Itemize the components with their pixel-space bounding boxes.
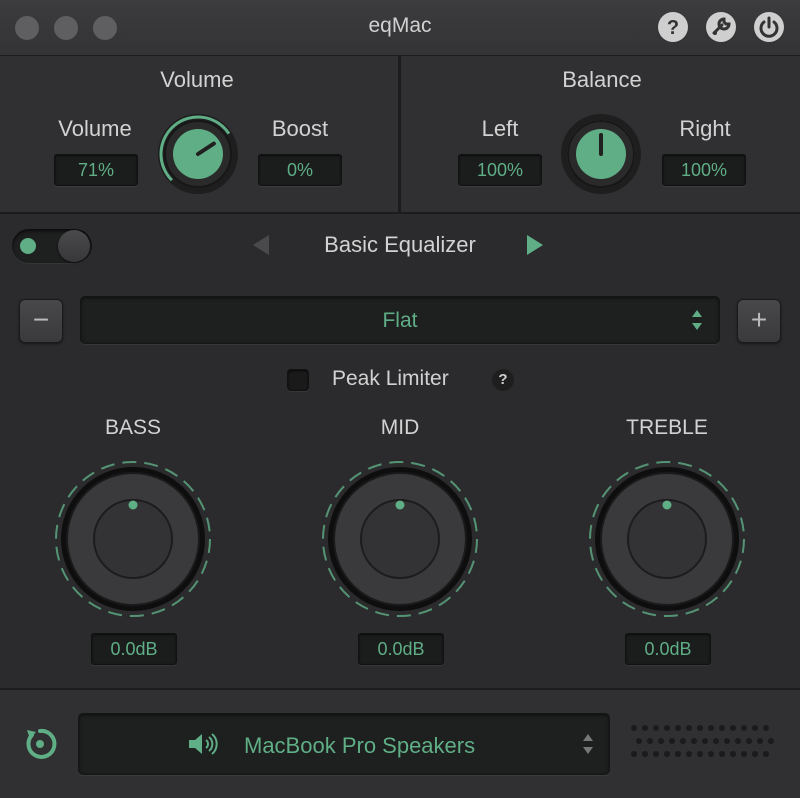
speaker-volume-icon (189, 733, 218, 755)
treble-knob[interactable] (587, 459, 747, 619)
boost-label: Boost (271, 116, 329, 141)
peak-limiter-checkbox[interactable] (287, 369, 309, 391)
toggle-thumb (58, 230, 90, 262)
output-device-name: MacBook Pro Speakers (244, 733, 476, 758)
help-icon[interactable]: ? (657, 11, 689, 43)
band-label-bass: BASS (104, 416, 162, 439)
mid-gain-value[interactable]: 0.0dB (358, 633, 444, 665)
band-label-mid: MID (380, 416, 420, 439)
section-divider (398, 56, 401, 212)
peak-limiter-help-icon[interactable]: ? (492, 369, 514, 391)
power-icon[interactable] (753, 11, 785, 43)
next-equalizer-button[interactable] (527, 235, 543, 255)
output-device-select[interactable]: MacBook Pro Speakers (78, 713, 610, 775)
boost-value[interactable]: 0% (258, 154, 342, 186)
preset-select[interactable]: Flat (80, 296, 720, 344)
remove-preset-button[interactable]: − (19, 299, 63, 343)
volume-value[interactable]: 71% (54, 154, 138, 186)
bass-gain-value[interactable]: 0.0dB (91, 633, 177, 665)
previous-equalizer-button[interactable] (253, 235, 269, 255)
preset-value: Flat (382, 309, 418, 332)
volume-section-title: Volume (160, 67, 234, 92)
bass-knob[interactable] (53, 459, 213, 619)
device-updown-chevron-icon (583, 734, 593, 754)
volume-knob[interactable] (157, 113, 239, 195)
balance-knob[interactable] (560, 113, 642, 195)
balance-right-value[interactable]: 100% (662, 154, 746, 186)
balance-left-label: Left (481, 116, 519, 141)
speaker-grill-decoration (631, 725, 774, 757)
updown-chevron-icon (692, 310, 702, 330)
balance-left-value[interactable]: 100% (458, 154, 542, 186)
settings-icon[interactable] (705, 11, 737, 43)
add-preset-button[interactable]: + (737, 299, 781, 343)
balance-right-label: Right (679, 116, 731, 141)
band-label-treble: TREBLE (626, 416, 708, 439)
svg-text:?: ? (667, 17, 679, 39)
peak-limiter-label: Peak Limiter (332, 367, 449, 390)
toggle-indicator (20, 238, 36, 254)
volume-label: Volume (58, 116, 132, 141)
equalizer-toggle[interactable] (12, 229, 92, 263)
treble-gain-value[interactable]: 0.0dB (625, 633, 711, 665)
title-bar: eqMac ? (0, 0, 800, 56)
equalizer-title: Basic Equalizer (324, 232, 476, 257)
mid-knob[interactable] (320, 459, 480, 619)
reset-icon[interactable] (22, 726, 58, 762)
balance-section-title: Balance (562, 67, 642, 92)
